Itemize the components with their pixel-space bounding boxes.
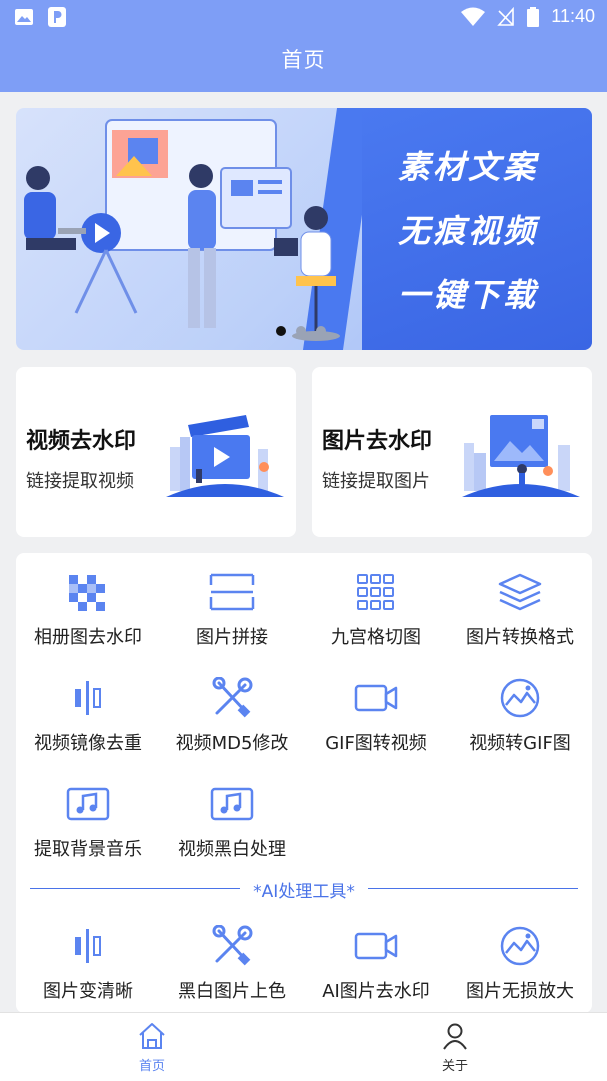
mirror-icon bbox=[75, 681, 101, 715]
tool-label: 相册图去水印 bbox=[34, 627, 142, 648]
gif-image-icon bbox=[500, 926, 540, 966]
ai-tools-divider: *AI处理工具* bbox=[30, 877, 578, 902]
tool-label: 图片转换格式 bbox=[466, 627, 574, 648]
ai-section-title: *AI处理工具* bbox=[253, 882, 355, 902]
tool-image-stitch[interactable]: 图片拼接 bbox=[160, 553, 304, 653]
bottom-nav: 首页 关于 bbox=[0, 1012, 607, 1081]
banner-slogan-line-3: 一键下载 bbox=[397, 276, 538, 314]
tool-label: 视频镜像去重 bbox=[34, 733, 142, 754]
video-watermark-subtitle: 链接提取视频 bbox=[26, 471, 134, 492]
tool-video-md5[interactable]: 视频MD5修改 bbox=[160, 659, 304, 759]
nav-about-label: 关于 bbox=[441, 1059, 468, 1074]
tool-gif-to-video[interactable]: GIF图转视频 bbox=[304, 659, 448, 759]
tools-icon bbox=[212, 677, 253, 718]
tool-nine-grid[interactable]: 九宫格切图 bbox=[304, 553, 448, 653]
image-watermark-card[interactable]: 图片去水印 链接提取图片 bbox=[312, 367, 592, 537]
divider-line-right bbox=[368, 888, 578, 889]
tool-label: 图片变清晰 bbox=[43, 981, 133, 1002]
tool-label: 视频黑白处理 bbox=[178, 839, 286, 860]
tool-image-sharpen[interactable]: 图片变清晰 bbox=[16, 907, 160, 1007]
tool-lossless-upscale[interactable]: 图片无损放大 bbox=[448, 907, 592, 1007]
banner-illustration bbox=[24, 119, 340, 341]
mosaic-icon bbox=[69, 575, 105, 611]
tool-label: GIF图转视频 bbox=[325, 733, 427, 754]
app-notification-icon bbox=[48, 7, 66, 27]
home-icon bbox=[139, 1023, 165, 1049]
image-card-illustration bbox=[462, 415, 580, 497]
tool-extract-music[interactable]: 提取背景音乐 bbox=[16, 765, 160, 865]
tool-colorize[interactable]: 黑白图片上色 bbox=[160, 907, 304, 1007]
status-bar: 11:40 bbox=[0, 0, 607, 36]
banner-dot-1[interactable] bbox=[276, 326, 286, 336]
battery-icon bbox=[527, 6, 540, 27]
gallery-notification-icon bbox=[15, 9, 33, 25]
nav-home[interactable]: 首页 bbox=[112, 1021, 192, 1074]
tool-label: 图片无损放大 bbox=[466, 981, 574, 1002]
banner-dot-3[interactable] bbox=[316, 326, 326, 336]
image-watermark-title: 图片去水印 bbox=[322, 429, 433, 454]
status-time: 11:40 bbox=[551, 6, 595, 26]
mirror-icon bbox=[75, 929, 101, 963]
music-icon bbox=[66, 787, 110, 821]
tool-video-bw[interactable]: 视频黑白处理 bbox=[160, 765, 304, 865]
video-camera-icon bbox=[354, 684, 398, 712]
page-title: 首页 bbox=[281, 48, 326, 72]
video-camera-icon bbox=[354, 932, 398, 960]
tool-label: AI图片去水印 bbox=[322, 981, 430, 1002]
gif-image-icon bbox=[500, 678, 540, 718]
video-card-illustration bbox=[166, 415, 284, 497]
banner-slogan-line-2: 无痕视频 bbox=[397, 212, 538, 250]
image-stitch-icon bbox=[209, 573, 255, 611]
video-watermark-card[interactable]: 视频去水印 链接提取视频 bbox=[16, 367, 296, 537]
tools-icon bbox=[212, 925, 253, 966]
tool-video-to-gif[interactable]: 视频转GIF图 bbox=[448, 659, 592, 759]
tool-label: 视频转GIF图 bbox=[469, 733, 571, 754]
banner-slogan-line-1: 素材文案 bbox=[397, 148, 538, 186]
grid-nine-icon bbox=[357, 574, 394, 610]
tool-video-mirror[interactable]: 视频镜像去重 bbox=[16, 659, 160, 759]
no-signal-icon bbox=[497, 6, 515, 26]
banner-dot-2[interactable] bbox=[296, 326, 306, 336]
nav-about[interactable]: 关于 bbox=[415, 1021, 495, 1074]
promo-banner[interactable]: 素材文案 无痕视频 一键下载 bbox=[16, 108, 592, 350]
tool-label: 图片拼接 bbox=[196, 627, 268, 648]
app-header: 11:40 首页 bbox=[0, 0, 607, 92]
music-icon bbox=[210, 787, 254, 821]
user-icon bbox=[443, 1023, 467, 1050]
wifi-icon bbox=[461, 7, 486, 26]
tool-image-format[interactable]: 图片转换格式 bbox=[448, 553, 592, 653]
banner-pagination bbox=[276, 326, 326, 336]
video-watermark-title: 视频去水印 bbox=[26, 429, 137, 454]
tool-ai-watermark[interactable]: AI图片去水印 bbox=[304, 907, 448, 1007]
tool-label: 提取背景音乐 bbox=[34, 839, 142, 860]
tool-label: 视频MD5修改 bbox=[175, 733, 289, 754]
tool-label: 黑白图片上色 bbox=[178, 981, 286, 1002]
tools-panel: 相册图去水印 图片拼接 九宫格切图 图片转换格式 视频镜像去重 视频MD5修改 … bbox=[16, 553, 592, 1013]
nav-home-label: 首页 bbox=[138, 1059, 165, 1074]
image-watermark-subtitle: 链接提取图片 bbox=[322, 471, 430, 492]
tool-album-watermark[interactable]: 相册图去水印 bbox=[16, 553, 160, 653]
layers-icon bbox=[498, 573, 542, 611]
tool-label: 九宫格切图 bbox=[331, 627, 421, 648]
